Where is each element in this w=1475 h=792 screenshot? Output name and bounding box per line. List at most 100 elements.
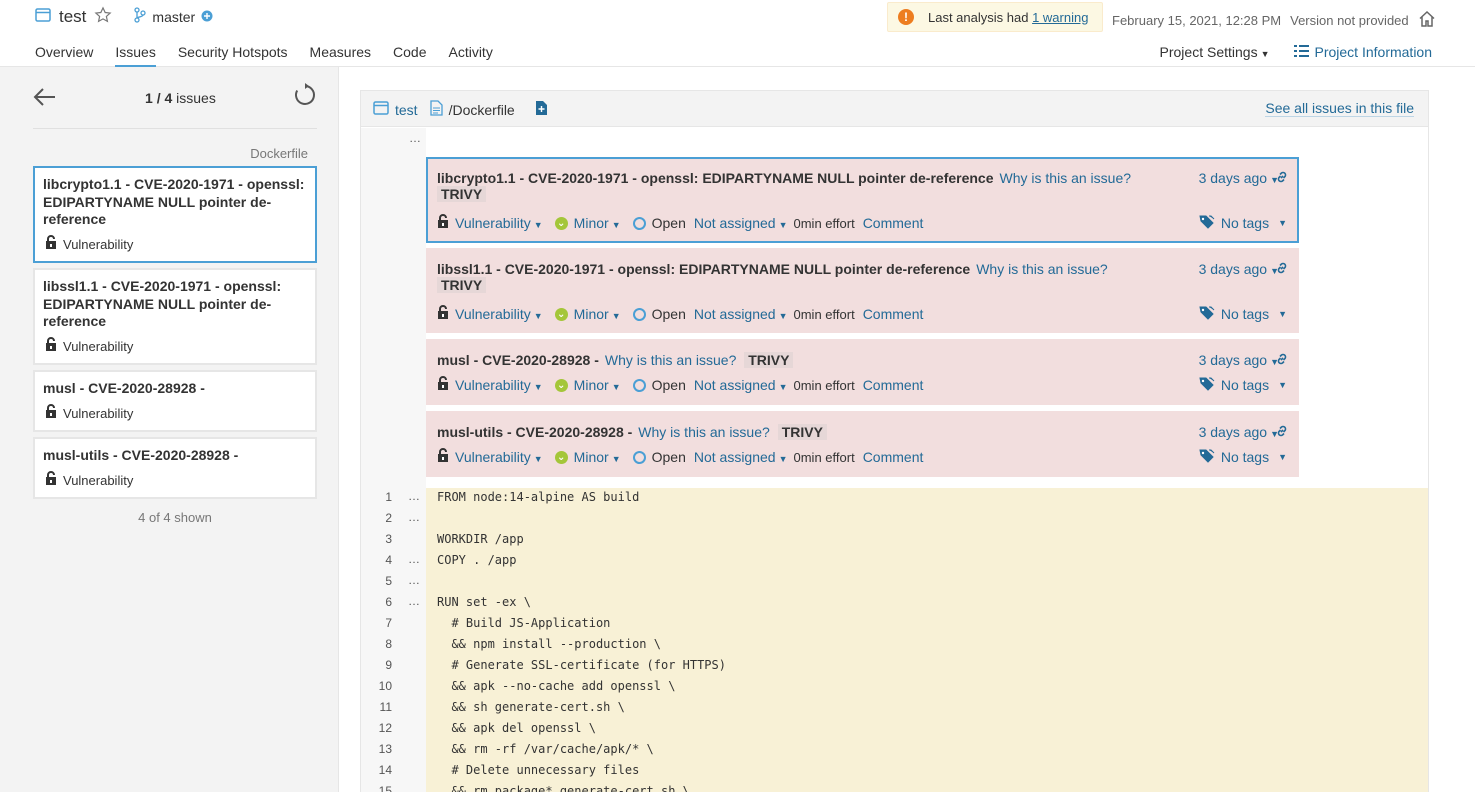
why-is-this-an-issue-link[interactable]: Why is this an issue?: [605, 352, 737, 368]
line-number[interactable]: 2: [360, 508, 392, 529]
issue-tags-menu[interactable]: No tags ▼: [1199, 215, 1287, 232]
sidebar-issue-card[interactable]: musl-utils - CVE-2020-28928 - Vulnerabil…: [33, 437, 317, 499]
issue-type-menu[interactable]: Vulnerability ▼: [455, 377, 543, 393]
line-options-ellipsis[interactable]: …: [408, 550, 420, 571]
comment-link[interactable]: Comment: [863, 215, 924, 231]
issue-assignee-menu[interactable]: Not assigned ▼: [694, 306, 788, 322]
line-number[interactable]: 3: [360, 529, 392, 550]
reload-icon[interactable]: [293, 83, 317, 111]
issue-tags-menu[interactable]: No tags ▼: [1199, 306, 1287, 323]
why-is-this-an-issue-link[interactable]: Why is this an issue?: [1000, 170, 1132, 186]
issue-severity-menu[interactable]: Minor ▼: [574, 377, 621, 393]
tab-overview[interactable]: Overview: [35, 44, 93, 67]
caret-down-icon: ▼: [1278, 309, 1287, 319]
issue-box[interactable]: musl-utils - CVE-2020-28928 - Why is this…: [426, 411, 1299, 477]
issue-age-menu[interactable]: 3 days ago ▼: [1199, 424, 1279, 440]
project-name-link[interactable]: test: [59, 7, 86, 27]
nav-tabs: Overview Issues Security Hotspots Measur…: [35, 44, 515, 67]
caret-down-icon: ▼: [778, 311, 788, 321]
permalink-icon[interactable]: [1275, 170, 1289, 187]
line-number[interactable]: 7: [360, 613, 392, 634]
line-options-ellipsis[interactable]: …: [408, 508, 420, 529]
caret-down-icon: ▼: [611, 382, 621, 392]
tab-security-hotspots[interactable]: Security Hotspots: [178, 44, 288, 67]
permalink-icon[interactable]: [1275, 424, 1289, 441]
line-number[interactable]: 14: [360, 760, 392, 781]
issue-box[interactable]: libssl1.1 - CVE-2020-1971 - openssl: EDI…: [426, 248, 1299, 333]
code-line: # Generate SSL-certificate (for HTTPS): [437, 658, 726, 672]
home-icon[interactable]: [1418, 10, 1436, 30]
line-number[interactable]: 5: [360, 571, 392, 592]
issue-assignee-menu[interactable]: Not assigned ▼: [694, 377, 788, 393]
warning-link[interactable]: 1 warning: [1032, 10, 1088, 25]
line-options-ellipsis[interactable]: …: [408, 592, 420, 613]
tab-activity[interactable]: Activity: [448, 44, 492, 67]
branch-help-icon[interactable]: [201, 9, 213, 25]
issue-type-menu[interactable]: Vulnerability ▼: [455, 449, 543, 465]
line-number[interactable]: 10: [360, 676, 392, 697]
copy-path-icon[interactable]: [535, 100, 548, 119]
line-options-ellipsis[interactable]: …: [408, 571, 420, 592]
tab-measures[interactable]: Measures: [310, 44, 371, 67]
line-number[interactable]: 12: [360, 718, 392, 739]
open-status-icon: [632, 450, 646, 464]
line-number[interactable]: 4: [360, 550, 392, 571]
issue-status[interactable]: Open: [652, 449, 686, 465]
issue-tags-menu[interactable]: No tags ▼: [1199, 377, 1287, 394]
expand-ellipsis[interactable]: …: [409, 131, 421, 145]
issue-assignee-menu[interactable]: Not assigned ▼: [694, 449, 788, 465]
issue-box[interactable]: musl - CVE-2020-28928 - Why is this an is…: [426, 339, 1299, 405]
issue-severity-menu[interactable]: Minor ▼: [574, 449, 621, 465]
caret-down-icon: ▼: [611, 220, 621, 230]
issue-age-menu[interactable]: 3 days ago ▼: [1199, 261, 1279, 277]
line-number[interactable]: 13: [360, 739, 392, 760]
issue-type-menu[interactable]: Vulnerability ▼: [455, 306, 543, 322]
issue-age-menu[interactable]: 3 days ago ▼: [1199, 352, 1279, 368]
line-number[interactable]: 15: [360, 781, 392, 792]
issue-status[interactable]: Open: [652, 377, 686, 393]
issue-effort: 0min effort: [793, 306, 855, 322]
sidebar-issue-card[interactable]: libssl1.1 - CVE-2020-1971 - openssl: EDI…: [33, 268, 317, 365]
sidebar-issue-card[interactable]: libcrypto1.1 - CVE-2020-1971 - openssl: …: [33, 166, 317, 263]
line-options-ellipsis[interactable]: …: [408, 487, 420, 508]
issue-status[interactable]: Open: [652, 306, 686, 322]
card-type: Vulnerability: [45, 404, 133, 422]
issue-tags-menu[interactable]: No tags ▼: [1199, 449, 1287, 466]
line-number[interactable]: 6: [360, 592, 392, 613]
comment-link[interactable]: Comment: [863, 306, 924, 322]
line-number[interactable]: 9: [360, 655, 392, 676]
line-number[interactable]: 11: [360, 697, 392, 718]
branch-name: master: [152, 8, 196, 25]
project-information-link[interactable]: Project Information: [1293, 44, 1432, 60]
line-number[interactable]: 1: [360, 487, 392, 508]
issue-severity-menu[interactable]: Minor ▼: [574, 215, 621, 231]
back-arrow-icon[interactable]: [33, 85, 57, 113]
unlock-icon: [45, 471, 57, 489]
unlock-icon: [45, 404, 57, 422]
issue-age-menu[interactable]: 3 days ago ▼: [1199, 170, 1279, 186]
see-all-issues-link[interactable]: See all issues in this file: [1265, 101, 1414, 117]
issue-assignee-menu[interactable]: Not assigned ▼: [694, 215, 788, 231]
line-number[interactable]: 8: [360, 634, 392, 655]
permalink-icon[interactable]: [1275, 261, 1289, 278]
comment-link[interactable]: Comment: [863, 449, 924, 465]
project-settings-menu[interactable]: Project Settings ▼: [1160, 44, 1270, 60]
issue-box[interactable]: libcrypto1.1 - CVE-2020-1971 - openssl: …: [426, 157, 1299, 243]
nav-right: Project Settings ▼ Project Information: [1160, 44, 1432, 60]
issue-type-menu[interactable]: Vulnerability ▼: [455, 215, 543, 231]
issue-severity-menu[interactable]: Minor ▼: [574, 306, 621, 322]
why-is-this-an-issue-link[interactable]: Why is this an issue?: [976, 261, 1108, 277]
code-line: && sh generate-cert.sh \: [437, 700, 625, 714]
issue-status[interactable]: Open: [652, 215, 686, 231]
tags-icon: [1199, 306, 1215, 323]
tab-code[interactable]: Code: [393, 44, 426, 67]
card-type-label: Vulnerability: [63, 472, 134, 488]
permalink-icon[interactable]: [1275, 352, 1289, 369]
comment-link[interactable]: Comment: [863, 377, 924, 393]
sidebar-issue-card[interactable]: musl - CVE-2020-28928 - Vulnerability: [33, 370, 317, 432]
why-is-this-an-issue-link[interactable]: Why is this an issue?: [638, 424, 770, 440]
favorite-star-icon[interactable]: [94, 6, 112, 27]
branch-selector[interactable]: master: [134, 7, 213, 26]
tab-issues[interactable]: Issues: [115, 44, 156, 67]
breadcrumb-project-link[interactable]: test: [395, 102, 418, 118]
